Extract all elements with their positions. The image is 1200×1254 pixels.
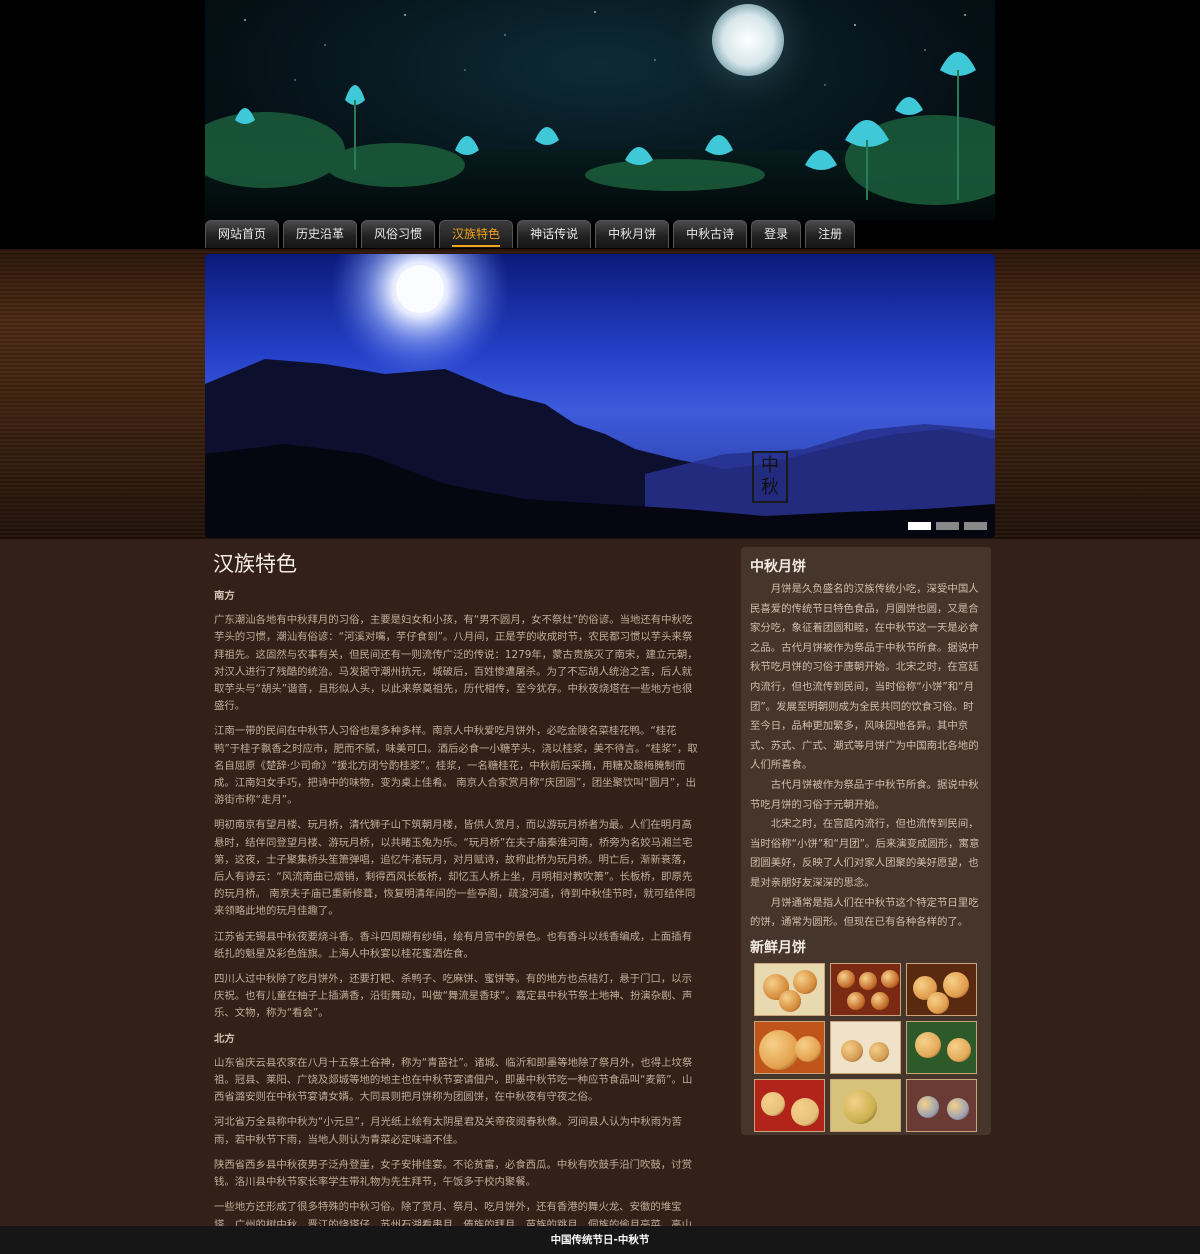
nav-item-label: 网站首页 xyxy=(218,227,267,241)
article-paragraph: 明初南京有望月楼、玩月桥，清代狮子山下筑朝月楼，皆供人赏月，而以游玩月桥者为最。… xyxy=(214,819,696,918)
sidebar-paragraph: 月饼是久负盛名的汉族传统小吃，深受中国人民喜爱的传统节日特色食品，月圆饼也圆，又… xyxy=(750,583,979,772)
mooncake-shape xyxy=(779,989,801,1012)
sidebar-paragraph: 北宋之时，在宫庭内流行，但也流传到民间，当时俗称“小饼”和“月团”。后来演变成圆… xyxy=(750,818,980,889)
nav-item-label: 中秋古诗 xyxy=(686,227,735,241)
footer: 中国传统节日-中秋节 xyxy=(0,1226,1200,1254)
mooncake-gallery xyxy=(754,962,982,1132)
mooncake-thumbnail[interactable] xyxy=(906,962,977,1016)
article-paragraph: 江苏省无锡县中秋夜要烧斗香。香斗四周糊有纱绢，绘有月宫中的景色。也有香斗以线香编… xyxy=(214,930,692,960)
zhongqiu-seal: 中 秋 xyxy=(752,451,788,503)
sidebar: 中秋月饼 月饼是久负盛名的汉族传统小吃，深受中国人民喜爱的传统节日特色食品，月圆… xyxy=(741,547,991,1135)
mooncake-thumbnail[interactable] xyxy=(830,1078,901,1132)
article-paragraph: 陕西省西乡县中秋夜男子泛舟登崖，女子安排佳宴。不论贫富，必食西瓜。中秋有吹鼓手沿… xyxy=(214,1158,692,1189)
moon xyxy=(712,4,784,76)
nav-item-label: 注册 xyxy=(818,227,843,241)
nav-item-2[interactable]: 风俗习惯 xyxy=(361,220,436,248)
slider-dots xyxy=(908,522,987,530)
page-title: 汉族特色 xyxy=(213,552,297,576)
header-banner-image xyxy=(205,0,995,220)
mooncake-shape xyxy=(947,1037,971,1062)
main-content: 汉族特色 南方广东潮汕各地有中秋拜月的习俗，主要是妇女和小孩，有“男不圆月，女不… xyxy=(205,539,710,1254)
nav-item-6[interactable]: 中秋古诗 xyxy=(673,220,748,248)
nav-item-label: 中秋月饼 xyxy=(608,227,657,241)
section-subtitle: 南方 xyxy=(214,590,235,602)
nav-item-7[interactable]: 登录 xyxy=(751,220,802,248)
mooncake-shape xyxy=(791,1097,819,1126)
mooncake-thumbnail[interactable] xyxy=(754,962,825,1016)
slider-dot-0[interactable] xyxy=(908,522,931,530)
nav-item-4[interactable]: 神话传说 xyxy=(517,220,592,248)
mooncake-shape xyxy=(793,969,817,994)
mooncake-thumbnail[interactable] xyxy=(754,1020,825,1074)
article-paragraph: 广东潮汕各地有中秋拜月的习俗，主要是妇女和小孩，有“男不圆月，女不祭灶”的俗谚。… xyxy=(214,614,698,713)
fresh-mooncake-title: 新鲜月饼 xyxy=(750,939,806,956)
mooncake-thumbnail[interactable] xyxy=(906,1078,977,1132)
mooncake-shape xyxy=(843,1089,877,1124)
moon-over-mountains-image xyxy=(205,254,995,538)
hero-slider[interactable] xyxy=(205,254,995,538)
mooncake-shape xyxy=(795,1035,821,1062)
nav-item-0[interactable]: 网站首页 xyxy=(205,220,280,248)
sidebar-paragraph: 古代月饼被作为祭品于中秋节所食。据说中秋节吃月饼的习俗于元朝开始。 xyxy=(750,778,979,811)
nav-item-label: 登录 xyxy=(764,227,789,241)
nav-item-label: 神话传说 xyxy=(530,227,579,241)
mooncake-shape xyxy=(927,991,949,1014)
mooncake-thumbnail[interactable] xyxy=(830,1020,901,1074)
sidebar-title: 中秋月饼 xyxy=(750,559,806,575)
article-paragraph: 河北省万全县称中秋为“小元旦”，月光纸上绘有太阴星君及关帝夜阅春秋像。河间县人认… xyxy=(214,1116,682,1146)
mooncake-thumbnail[interactable] xyxy=(830,962,901,1016)
mooncake-thumbnail[interactable] xyxy=(754,1078,825,1132)
mooncake-shape xyxy=(847,991,865,1010)
mooncake-shape xyxy=(759,1029,799,1070)
article-paragraph: 江南一带的民间在中秋节人习俗也是多种多样。南京人中秋爱吃月饼外，必吃金陵名菜桂花… xyxy=(214,725,698,807)
article-body: 南方广东潮汕各地有中秋拜月的习俗，主要是妇女和小孩，有“男不圆月，女不祭灶”的俗… xyxy=(214,588,701,1251)
nav-item-label: 风俗习惯 xyxy=(374,227,423,241)
nav-item-1[interactable]: 历史沿革 xyxy=(283,220,358,248)
section-subtitle: 北方 xyxy=(214,1032,235,1045)
mooncake-shape xyxy=(871,991,889,1010)
sidebar-text: 月饼是久负盛名的汉族传统小吃，深受中国人民喜爱的传统节日特色食品，月圆饼也圆，又… xyxy=(750,580,982,933)
mooncake-shape xyxy=(917,1095,939,1118)
mooncake-shape xyxy=(915,1031,941,1058)
mooncake-shape xyxy=(943,971,969,998)
nav-item-label: 汉族特色 xyxy=(452,227,501,247)
mooncake-shape xyxy=(837,969,855,988)
mooncake-shape xyxy=(761,1091,785,1116)
mooncake-thumbnail[interactable] xyxy=(906,1020,977,1074)
mooncake-shape xyxy=(859,971,877,990)
mooncake-shape xyxy=(841,1039,863,1062)
mooncake-shape xyxy=(947,1097,969,1120)
nav-item-label: 历史沿革 xyxy=(296,227,345,241)
nav-item-8[interactable]: 注册 xyxy=(805,220,856,248)
nav-item-3[interactable]: 汉族特色 xyxy=(439,220,514,248)
seal-char-top: 中 xyxy=(761,455,779,476)
mooncake-shape xyxy=(869,1041,889,1062)
lotus-night-illustration xyxy=(205,0,995,220)
slider-dot-1[interactable] xyxy=(936,522,959,530)
sidebar-paragraph: 月饼通常是指人们在中秋节这个特定节日里吃的饼，通常为圆形。但现在已有各种各样的了… xyxy=(750,896,979,929)
article-paragraph: 四川人过中秋除了吃月饼外，还要打粑、杀鸭子、吃麻饼、蜜饼等。有的地方也点桔灯，悬… xyxy=(214,973,693,1020)
mooncake-shape xyxy=(881,969,899,988)
main-nav: 网站首页 历史沿革 风俗习惯 汉族特色 神话传说 中秋月饼 中秋古诗 登录 注册 xyxy=(205,220,859,249)
article-paragraph: 山东省庆云县农家在八月十五祭土谷神，称为“青苗社”。诸城、临沂和即墨等地除了祭月… xyxy=(214,1056,693,1104)
seal-char-bottom: 秋 xyxy=(761,477,779,498)
slider-dot-2[interactable] xyxy=(964,522,987,530)
nav-item-5[interactable]: 中秋月饼 xyxy=(595,220,670,248)
